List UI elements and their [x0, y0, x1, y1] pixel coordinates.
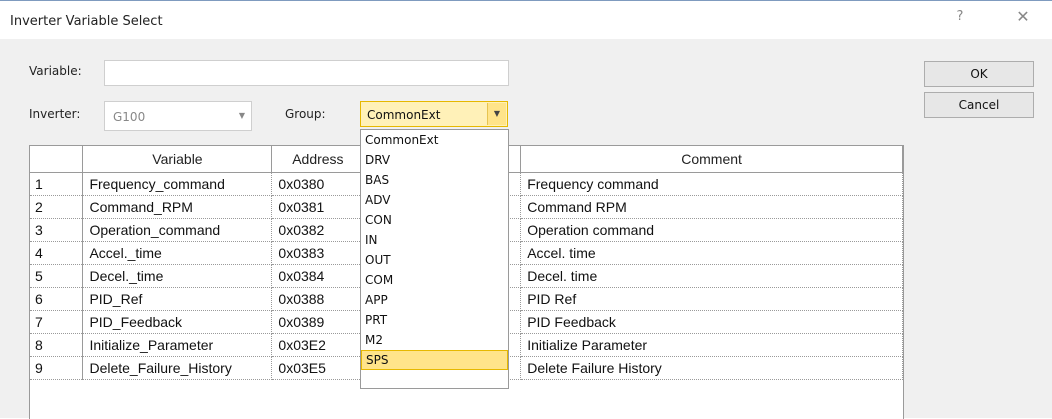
row-address: 0x0389: [271, 310, 365, 334]
row-variable: PID_Ref: [82, 287, 273, 311]
dropdown-option-adv[interactable]: ADV: [361, 190, 508, 210]
dropdown-option-app[interactable]: APP: [361, 290, 508, 310]
row-variable: PID_Feedback: [82, 310, 273, 334]
header-address[interactable]: Address: [271, 146, 365, 173]
row-variable: Delete_Failure_History: [82, 356, 273, 380]
variable-label: Variable:: [29, 64, 82, 78]
group-combo[interactable]: CommonExt ▼: [360, 101, 508, 127]
header-comment[interactable]: Comment: [520, 146, 903, 173]
row-index: 6: [30, 287, 84, 311]
row-index: 3: [30, 218, 84, 242]
row-comment: Command RPM: [520, 195, 903, 219]
dropdown-option-drv[interactable]: DRV: [361, 150, 508, 170]
dialog-title: Inverter Variable Select: [10, 14, 163, 29]
inverter-label: Inverter:: [29, 107, 81, 121]
inverter-combo[interactable]: G100 ▼: [104, 101, 252, 131]
row-comment: Frequency command: [520, 172, 903, 196]
row-index: 2: [30, 195, 84, 219]
dropdown-option-con[interactable]: CON: [361, 210, 508, 230]
group-dropdown-list: CommonExt DRV BAS ADV CON IN OUT COM APP…: [360, 129, 509, 389]
group-value: CommonExt: [367, 108, 441, 122]
chevron-down-icon[interactable]: ▼: [487, 103, 506, 125]
cancel-button[interactable]: Cancel: [924, 92, 1034, 118]
row-variable: Accel._time: [82, 241, 273, 265]
row-index: 1: [30, 172, 84, 196]
header-index: [30, 146, 84, 173]
group-label: Group:: [285, 107, 326, 121]
title-bar: Inverter Variable Select ? ✕: [0, 1, 1052, 39]
chevron-down-icon: ▼: [238, 111, 246, 120]
row-comment: Operation command: [520, 218, 903, 242]
inverter-value: G100: [113, 110, 146, 124]
ok-button[interactable]: OK: [924, 61, 1034, 87]
row-index: 9: [30, 356, 84, 380]
row-variable: Frequency_command: [82, 172, 273, 196]
dropdown-option-in[interactable]: IN: [361, 230, 508, 250]
dropdown-option-m2[interactable]: M2: [361, 330, 508, 350]
row-address: 0x03E5: [271, 356, 365, 380]
dropdown-option-commonext[interactable]: CommonExt: [361, 130, 508, 150]
row-comment: Decel. time: [520, 264, 903, 288]
row-address: 0x0383: [271, 241, 365, 265]
row-comment: Initialize Parameter: [520, 333, 903, 357]
row-variable: Operation_command: [82, 218, 273, 242]
row-address: 0x0381: [271, 195, 365, 219]
inverter-variable-select-dialog: Inverter Variable Select ? ✕ Variable: I…: [0, 0, 1052, 419]
row-address: 0x0384: [271, 264, 365, 288]
row-index: 8: [30, 333, 84, 357]
row-address: 0x0388: [271, 287, 365, 311]
header-variable[interactable]: Variable: [82, 146, 273, 173]
row-variable: Decel._time: [82, 264, 273, 288]
row-comment: PID Ref: [520, 287, 903, 311]
dropdown-option-bas[interactable]: BAS: [361, 170, 508, 190]
row-address: 0x0380: [271, 172, 365, 196]
help-button[interactable]: ?: [945, 9, 975, 29]
row-comment: PID Feedback: [520, 310, 903, 334]
dropdown-option-com[interactable]: COM: [361, 270, 508, 290]
close-button[interactable]: ✕: [1008, 7, 1038, 27]
row-address: 0x03E2: [271, 333, 365, 357]
variable-input[interactable]: [104, 60, 509, 86]
row-variable: Command_RPM: [82, 195, 273, 219]
row-index: 7: [30, 310, 84, 334]
row-variable: Initialize_Parameter: [82, 333, 273, 357]
row-comment: Accel. time: [520, 241, 903, 265]
dropdown-option-out[interactable]: OUT: [361, 250, 508, 270]
dropdown-option-prt[interactable]: PRT: [361, 310, 508, 330]
row-index: 4: [30, 241, 84, 265]
dropdown-option-sps[interactable]: SPS: [361, 350, 508, 370]
row-index: 5: [30, 264, 84, 288]
row-comment: Delete Failure History: [520, 356, 903, 380]
row-address: 0x0382: [271, 218, 365, 242]
